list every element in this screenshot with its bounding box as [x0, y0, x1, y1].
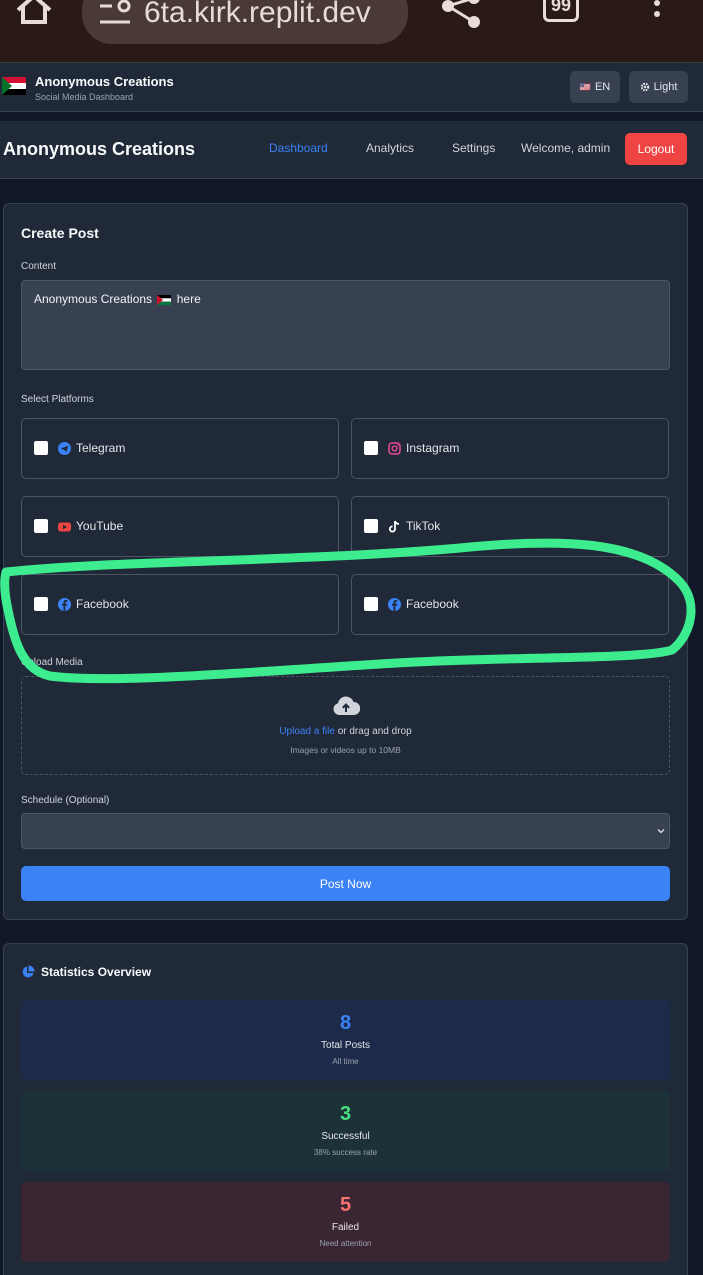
address-bar[interactable]: 6ta.kirk.replit.dev	[82, 0, 408, 44]
chevron-down-icon	[657, 828, 665, 834]
app-header: Anonymous Creations Social Media Dashboa…	[0, 62, 703, 112]
gear-icon	[640, 82, 649, 92]
create-post-card: Create Post Content Anonymous Creations …	[3, 203, 688, 920]
facebook-icon	[58, 598, 71, 611]
platform-checkbox[interactable]	[34, 441, 48, 455]
browser-toolbar: 6ta.kirk.replit.dev 99	[0, 0, 703, 62]
platform-option-instagram[interactable]: Instagram	[351, 418, 669, 479]
platform-label: Instagram	[406, 441, 460, 455]
share-icon[interactable]	[440, 0, 482, 28]
brand-title: Anonymous Creations	[35, 74, 174, 89]
platform-label: YouTube	[76, 519, 124, 533]
tiktok-icon	[388, 520, 400, 533]
platform-option-tiktok[interactable]: TikTok	[351, 496, 669, 557]
welcome-text: Welcome, admin	[521, 141, 611, 155]
post-now-button[interactable]: Post Now	[21, 866, 670, 901]
platform-option-youtube[interactable]: YouTube	[21, 496, 339, 557]
logout-button[interactable]: Logout	[625, 133, 687, 165]
stat-sub: Need attention	[319, 1239, 372, 1248]
upload-media-label: Upload Media	[21, 657, 83, 668]
upload-file-link[interactable]: Upload a file	[279, 726, 335, 737]
us-flag-icon: 🇺🇸	[579, 81, 591, 92]
cloud-upload-icon	[333, 696, 360, 715]
stat-label: Successful	[321, 1131, 370, 1142]
theme-label: Light	[653, 81, 678, 93]
tune-icon[interactable]	[98, 0, 132, 26]
instagram-icon	[388, 442, 401, 455]
nav-link-analytics[interactable]: Analytics	[366, 141, 414, 155]
nav-link-settings[interactable]: Settings	[452, 141, 495, 155]
platform-label: Facebook	[406, 597, 459, 611]
stat-label: Failed	[331, 1222, 360, 1233]
main-navbar: Anonymous Creations Dashboard Analytics …	[0, 121, 703, 179]
platform-checkbox[interactable]	[364, 597, 378, 611]
upload-text: or drag and drop	[337, 726, 412, 737]
statistics-card: Statistics Overview 8 Total Posts All ti…	[3, 943, 688, 1275]
platform-label: Telegram	[76, 441, 126, 455]
create-post-title: Create Post	[21, 225, 99, 241]
upload-hint: Images or videos up to 10MB	[290, 745, 401, 755]
stat-value: 5	[339, 1194, 352, 1216]
platform-checkbox[interactable]	[364, 441, 378, 455]
url-text: 6ta.kirk.replit.dev	[144, 0, 371, 29]
schedule-label: Schedule (Optional)	[21, 795, 110, 806]
more-vert-icon[interactable]	[652, 0, 662, 24]
language-label: EN	[594, 81, 611, 93]
nav-title: Anonymous Creations	[3, 139, 196, 159]
theme-toggle-button[interactable]: Light	[629, 71, 688, 103]
sudan-flag-icon	[2, 77, 26, 95]
platform-option-telegram[interactable]: Telegram	[21, 418, 339, 479]
brand-subtitle: Social Media Dashboard	[35, 92, 134, 102]
pie-chart-icon	[22, 965, 35, 978]
content-label: Content	[21, 261, 57, 272]
platform-label: Facebook	[76, 597, 129, 611]
platform-option-facebook[interactable]: Facebook	[21, 574, 339, 635]
stat-label: Total Posts	[321, 1040, 370, 1051]
statistics-title-text: Statistics Overview	[41, 965, 152, 979]
language-button[interactable]: 🇺🇸 EN	[570, 71, 620, 103]
tabs-icon[interactable]: 99	[543, 0, 579, 22]
platforms-label: Select Platforms	[21, 394, 94, 405]
schedule-select[interactable]	[21, 813, 670, 849]
palestine-flag-icon	[157, 294, 172, 305]
content-textarea[interactable]: Anonymous Creations here	[21, 280, 670, 370]
platform-checkbox[interactable]	[34, 597, 48, 611]
platform-checkbox[interactable]	[364, 519, 378, 533]
platform-checkbox[interactable]	[34, 519, 48, 533]
stat-successful: 3 Successful 38% success rate	[21, 1091, 670, 1171]
stat-sub: All time	[332, 1057, 359, 1066]
tab-count: 99	[550, 0, 572, 15]
facebook-icon	[388, 598, 401, 611]
upload-dropzone[interactable]: Upload a file or drag and drop Images or…	[21, 676, 670, 775]
telegram-icon	[58, 442, 71, 455]
stat-failed: 5 Failed Need attention	[21, 1182, 670, 1262]
content-text-end: here	[176, 292, 201, 306]
stat-total-posts: 8 Total Posts All time	[21, 1000, 670, 1080]
content-text-start: Anonymous Creations	[34, 292, 153, 306]
home-icon[interactable]	[14, 0, 54, 24]
platform-label: TikTok	[406, 519, 441, 533]
stat-sub: 38% success rate	[313, 1148, 378, 1157]
stat-value: 8	[339, 1012, 352, 1034]
stat-value: 3	[339, 1103, 352, 1125]
platform-option-facebook[interactable]: Facebook	[351, 574, 669, 635]
statistics-title: Statistics Overview	[21, 965, 151, 979]
nav-link-dashboard[interactable]: Dashboard	[269, 141, 328, 155]
youtube-icon	[58, 522, 71, 532]
